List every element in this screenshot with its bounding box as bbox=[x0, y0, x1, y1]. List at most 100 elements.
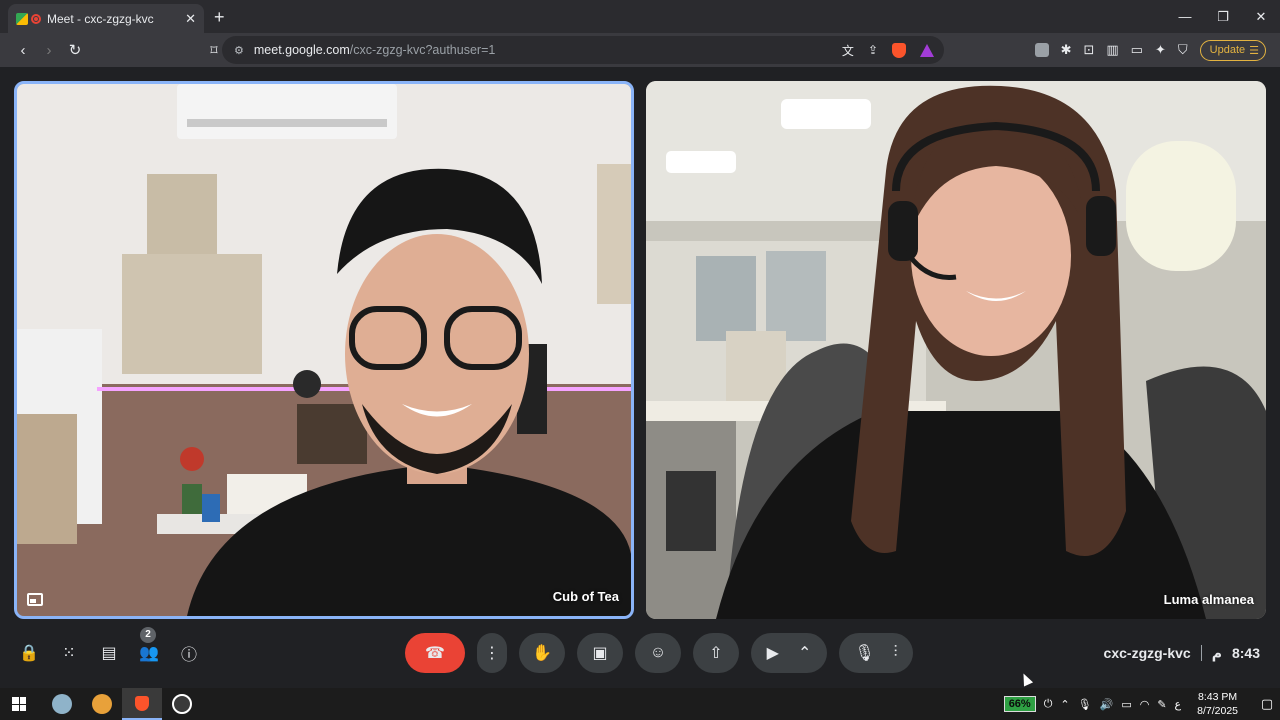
people-count-badge: 2 bbox=[140, 627, 156, 643]
participant-name-1: Cub of Tea bbox=[552, 589, 619, 604]
translate-icon[interactable]: 文 bbox=[842, 42, 854, 59]
present-screen-button[interactable]: ⇧ bbox=[693, 633, 739, 673]
chat-icon[interactable]: ▤ bbox=[98, 642, 120, 664]
people-icon[interactable]: 2 👥 bbox=[138, 627, 160, 664]
meeting-time: 8:43 bbox=[1231, 645, 1260, 661]
hand-icon: ✋ bbox=[532, 645, 552, 662]
raise-hand-button[interactable]: ✋ bbox=[519, 633, 565, 673]
emoji-icon: ☺ bbox=[649, 644, 667, 661]
input-language[interactable]: ع bbox=[1175, 698, 1182, 711]
browser-tab-meet[interactable]: Meet - cxc-zgzg-kvc ✕ bbox=[8, 4, 204, 33]
app-icon bbox=[172, 694, 192, 714]
menu-icon: ☰ bbox=[1249, 44, 1259, 57]
taskbar-app-4[interactable] bbox=[162, 688, 202, 720]
brave-shields-icon[interactable] bbox=[892, 42, 906, 58]
host-controls-icon[interactable]: 🔒 bbox=[18, 642, 40, 664]
divider bbox=[1200, 645, 1202, 661]
share-icon[interactable]: ⇪ bbox=[868, 43, 878, 57]
meet-left-tools: 🔒 ⁙ ▤ 2 👥 ⓘ bbox=[18, 627, 200, 679]
taskbar-app-media-player[interactable] bbox=[82, 688, 122, 720]
windows-start-icon[interactable] bbox=[12, 697, 26, 711]
mic-icon: 🎙 bbox=[854, 645, 875, 662]
media-player-icon bbox=[92, 694, 112, 714]
participant-tile-1[interactable]: Cub of Tea bbox=[14, 81, 634, 619]
tab-title: Meet - cxc-zgzg-kvc bbox=[47, 11, 154, 26]
meeting-info: cxc-zgzg-kvc م 8:43 bbox=[1104, 627, 1260, 679]
participant-name-2: Luma almanea bbox=[1163, 592, 1254, 607]
url-path: /cxc-zgzg-kvc?authuser=1 bbox=[349, 43, 496, 57]
captions-button[interactable]: ▣ bbox=[577, 633, 623, 673]
taskbar-clock[interactable]: 8:43 PM 8/7/2025 bbox=[1197, 690, 1238, 718]
window-controls: — ❐ ✕ bbox=[1166, 0, 1280, 33]
wallet-icon[interactable]: ▭ bbox=[1131, 42, 1143, 58]
extensions-area: ✱ ⊡ ▥ ▭ ✦ ⛉ Update ☰ bbox=[1034, 33, 1266, 67]
participant-video-1 bbox=[17, 84, 631, 616]
volume-icon[interactable]: 🔊 bbox=[1100, 698, 1114, 711]
browser-toolbar: ‹ › ↻ ⌑ ⚙ meet.google.com /cxc-zgzg-kvc?… bbox=[0, 33, 1280, 67]
bookmark-icon[interactable]: ⌑ bbox=[206, 42, 222, 59]
forward-icon[interactable]: › bbox=[36, 42, 62, 59]
meet-control-bar: 🔒 ⁙ ▤ 2 👥 ⓘ ☎ ⋮ ✋ ▣ ☺ ⇧ ▶ ⌃ 🎙 ⫶ cxc-zgzg… bbox=[0, 627, 1280, 679]
sidebar-icon[interactable]: ▥ bbox=[1106, 42, 1118, 58]
camera-button[interactable]: ▶ ⌃ bbox=[751, 633, 827, 673]
extension-icon[interactable] bbox=[1034, 43, 1049, 57]
taskbar-app-brave[interactable] bbox=[122, 688, 162, 720]
reactions-button[interactable]: ☺ bbox=[635, 633, 681, 673]
minimize-icon[interactable]: — bbox=[1166, 0, 1204, 33]
windows-taskbar: 66% ⏻ ⌃ 🎙 🔊 ▭ ◠ ✎ ع 8:43 PM 8/7/2025 ▢ bbox=[0, 688, 1280, 720]
activities-icon[interactable]: ⁙ bbox=[58, 642, 80, 664]
show-hidden-icons-icon[interactable]: ⌃ bbox=[1060, 698, 1069, 711]
more-options-button[interactable]: ⋮ bbox=[477, 633, 507, 673]
meet-center-tools: ☎ ⋮ ✋ ▣ ☺ ⇧ ▶ ⌃ 🎙 ⫶ bbox=[405, 633, 913, 673]
clock-date: 8/7/2025 bbox=[1197, 705, 1238, 717]
microphone-tray-icon: 🎙 bbox=[1077, 698, 1092, 711]
address-bar[interactable]: ⚙ meet.google.com /cxc-zgzg-kvc?authuser… bbox=[222, 36, 944, 64]
participant-tile-2[interactable]: Luma almanea bbox=[646, 81, 1266, 619]
new-tab-icon[interactable]: + bbox=[214, 7, 225, 28]
address-bar-icons: 文 ⇪ bbox=[842, 36, 934, 64]
leave-call-button[interactable]: ☎ bbox=[405, 633, 465, 673]
close-window-icon[interactable]: ✕ bbox=[1242, 0, 1280, 33]
participant-video-2 bbox=[646, 81, 1266, 619]
audio-level-icon: ⫶ bbox=[893, 644, 898, 661]
browser-titlebar: Meet - cxc-zgzg-kvc ✕ + — ❐ ✕ bbox=[0, 0, 1280, 33]
battery-tray-icon[interactable]: ▭ bbox=[1121, 698, 1131, 711]
update-button[interactable]: Update ☰ bbox=[1199, 39, 1266, 61]
nav-buttons: ‹ › ↻ bbox=[10, 41, 88, 60]
back-icon[interactable]: ‹ bbox=[10, 42, 36, 59]
notifications-icon[interactable]: ▢ bbox=[1254, 688, 1280, 720]
maximize-icon[interactable]: ❐ bbox=[1204, 0, 1242, 33]
meeting-details-icon[interactable]: ⓘ bbox=[178, 642, 200, 664]
update-label: Update bbox=[1209, 44, 1246, 56]
vpn-icon[interactable]: ⛉ bbox=[1178, 42, 1188, 58]
pen-icon[interactable]: ✎ bbox=[1157, 698, 1166, 711]
site-settings-icon[interactable]: ⚙ bbox=[234, 44, 244, 57]
microphone-button[interactable]: 🎙 ⫶ bbox=[839, 633, 913, 673]
brave-browser-icon bbox=[135, 695, 149, 711]
more-vert-icon: ⋮ bbox=[484, 645, 500, 662]
present-icon: ⇧ bbox=[709, 645, 723, 662]
wifi-icon[interactable]: ◠ bbox=[1140, 698, 1150, 711]
videocam-icon: ▶ bbox=[766, 645, 779, 662]
captions-icon: ▣ bbox=[592, 645, 608, 662]
system-tray: 66% ⏻ ⌃ 🎙 🔊 ▭ ◠ ✎ ع 8:43 PM 8/7/2025 ▢ bbox=[1003, 688, 1280, 720]
leo-ai-icon[interactable]: ✦ bbox=[1155, 42, 1166, 58]
recording-indicator-icon bbox=[31, 13, 41, 24]
meet-favicon-icon bbox=[16, 12, 28, 25]
screenshot-icon[interactable]: ⊡ bbox=[1083, 42, 1094, 58]
tab-close-icon[interactable]: ✕ bbox=[185, 11, 196, 27]
extensions-puzzle-icon[interactable]: ✱ bbox=[1061, 42, 1072, 58]
phone-hangup-icon: ☎ bbox=[425, 645, 445, 662]
battery-percentage[interactable]: 66% bbox=[1003, 696, 1036, 712]
chevron-up-icon[interactable]: ⌃ bbox=[798, 643, 811, 663]
plug-icon: ⏻ bbox=[1043, 697, 1053, 710]
taskbar-app-1[interactable] bbox=[42, 688, 82, 720]
picture-in-picture-icon[interactable] bbox=[27, 593, 43, 606]
app-icon bbox=[52, 694, 72, 714]
brave-rewards-icon[interactable] bbox=[920, 43, 934, 57]
clock-time: 8:43 PM bbox=[1198, 691, 1238, 703]
reload-icon[interactable]: ↻ bbox=[62, 41, 88, 59]
meeting-time-suffix: م bbox=[1211, 644, 1222, 661]
meeting-code: cxc-zgzg-kvc bbox=[1103, 645, 1191, 661]
meet-stage: Cub of Tea Luma almanea 🔒 ⁙ ▤ 2 👥 ⓘ ☎ ⋮ … bbox=[0, 67, 1280, 688]
